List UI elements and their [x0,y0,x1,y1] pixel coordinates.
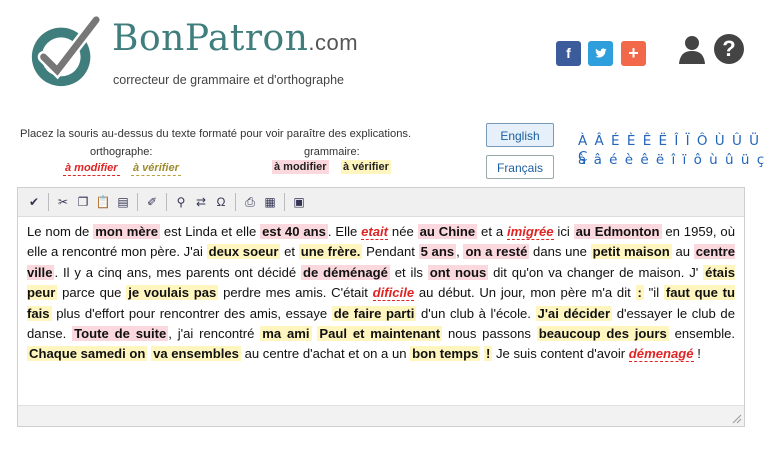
gram-verifier-chip: à vérifier [341,160,391,174]
twitter-icon[interactable] [588,41,613,66]
toolbar-separator [284,193,285,211]
tagline: correcteur de grammaire et d'orthographe [113,73,344,87]
grammar-error[interactable]: ont nous [427,264,489,280]
grammar-error[interactable]: on a resté [463,244,530,260]
spellcheck-icon[interactable]: ✔ [26,194,42,210]
toolbar-separator [48,193,49,211]
print-icon[interactable]: ⎙ [242,194,258,210]
cut-icon[interactable]: ✂ [55,194,71,210]
preview-icon[interactable]: ▦ [262,194,278,210]
gram-modifier-chip: à modifier [272,160,329,174]
grammar-check[interactable]: deux soeur [206,244,281,260]
grammaire-label: grammaire: [304,146,360,158]
grammar-check[interactable]: J'ai décider [535,305,613,321]
instruction-text: Placez la souris au-dessus du texte form… [20,128,412,140]
user-icon[interactable] [678,34,706,64]
grammar-error[interactable]: 5 ans [418,244,457,260]
clean-format-icon[interactable]: ✐ [144,194,160,210]
ortho-modifier-chip: à modifier [63,162,120,176]
spelling-error[interactable]: imigrée [506,224,554,240]
maximize-icon[interactable]: ▣ [291,194,307,210]
grammar-error[interactable]: mon mère [93,224,161,239]
grammar-check[interactable]: Paul et maintenant [317,326,443,342]
grammar-check[interactable]: petit maison [590,244,672,260]
lowercase-accent-palette[interactable]: à â é è ê ë î ï ô ù û ü ç [578,152,766,168]
paste-text-icon[interactable]: ▤ [115,194,131,210]
editor-toolbar: ✔ ✂ ❐ 📋 ▤ ✐ ⚲ ⇄ Ω ⎙ ▦ ▣ [18,188,744,217]
toolbar-separator [166,193,167,211]
francais-button[interactable]: Français [486,155,554,179]
orthographe-label: orthographe: [90,146,153,158]
grammar-check[interactable]: je voulais pas [126,285,219,301]
resize-handle-icon[interactable] [732,414,742,424]
special-char-icon[interactable]: Ω [213,194,229,210]
find-icon[interactable]: ⚲ [173,194,189,210]
grammar-check[interactable]: Chaque samedi on [27,346,148,362]
grammar-error[interactable]: au Edmonton [573,224,662,239]
grammar-check[interactable]: beaucoup des jours [536,326,669,342]
paste-icon[interactable]: 📋 [95,194,111,210]
replace-icon[interactable]: ⇄ [193,194,209,210]
facebook-icon[interactable]: f [556,41,581,66]
text-editor[interactable]: ✔ ✂ ❐ 📋 ▤ ✐ ⚲ ⇄ Ω ⎙ ▦ ▣ Le nom de mon mè… [17,187,745,427]
english-button[interactable]: English [486,123,554,147]
grammar-error[interactable]: Toute de suite [72,326,169,342]
spelling-error[interactable]: dificile [372,285,415,302]
share-plus-icon[interactable]: + [621,41,646,66]
grammar-error[interactable]: de déménagé [301,264,390,280]
grammar-check[interactable]: : [635,285,644,301]
toolbar-separator [235,193,236,211]
header: BonPatron.com correcteur de grammaire et… [0,0,768,100]
grammar-error[interactable]: au Chine [417,224,478,239]
copy-icon[interactable]: ❐ [75,194,91,210]
ortho-verifier-chip: à vérifier [131,162,181,176]
grammar-check[interactable]: bon temps [410,346,481,362]
editor-status-bar [18,405,744,426]
grammar-check[interactable]: ma ami [260,326,312,342]
toolbar-separator [137,193,138,211]
grammar-error[interactable]: est 40 ans [260,224,328,239]
grammar-check[interactable]: de faire parti [331,305,417,321]
spelling-error[interactable]: démenagé [628,346,694,363]
brand-title[interactable]: BonPatron.com [112,18,358,59]
checkmark-logo-icon [31,14,103,87]
analyzed-text[interactable]: Le nom de mon mère est Linda et elle est… [18,217,744,365]
grammar-check[interactable]: une frère. [298,244,363,260]
spelling-error[interactable]: etait [361,224,389,240]
grammar-check[interactable]: va ensembles [151,346,241,362]
help-icon[interactable]: ? [714,34,744,64]
